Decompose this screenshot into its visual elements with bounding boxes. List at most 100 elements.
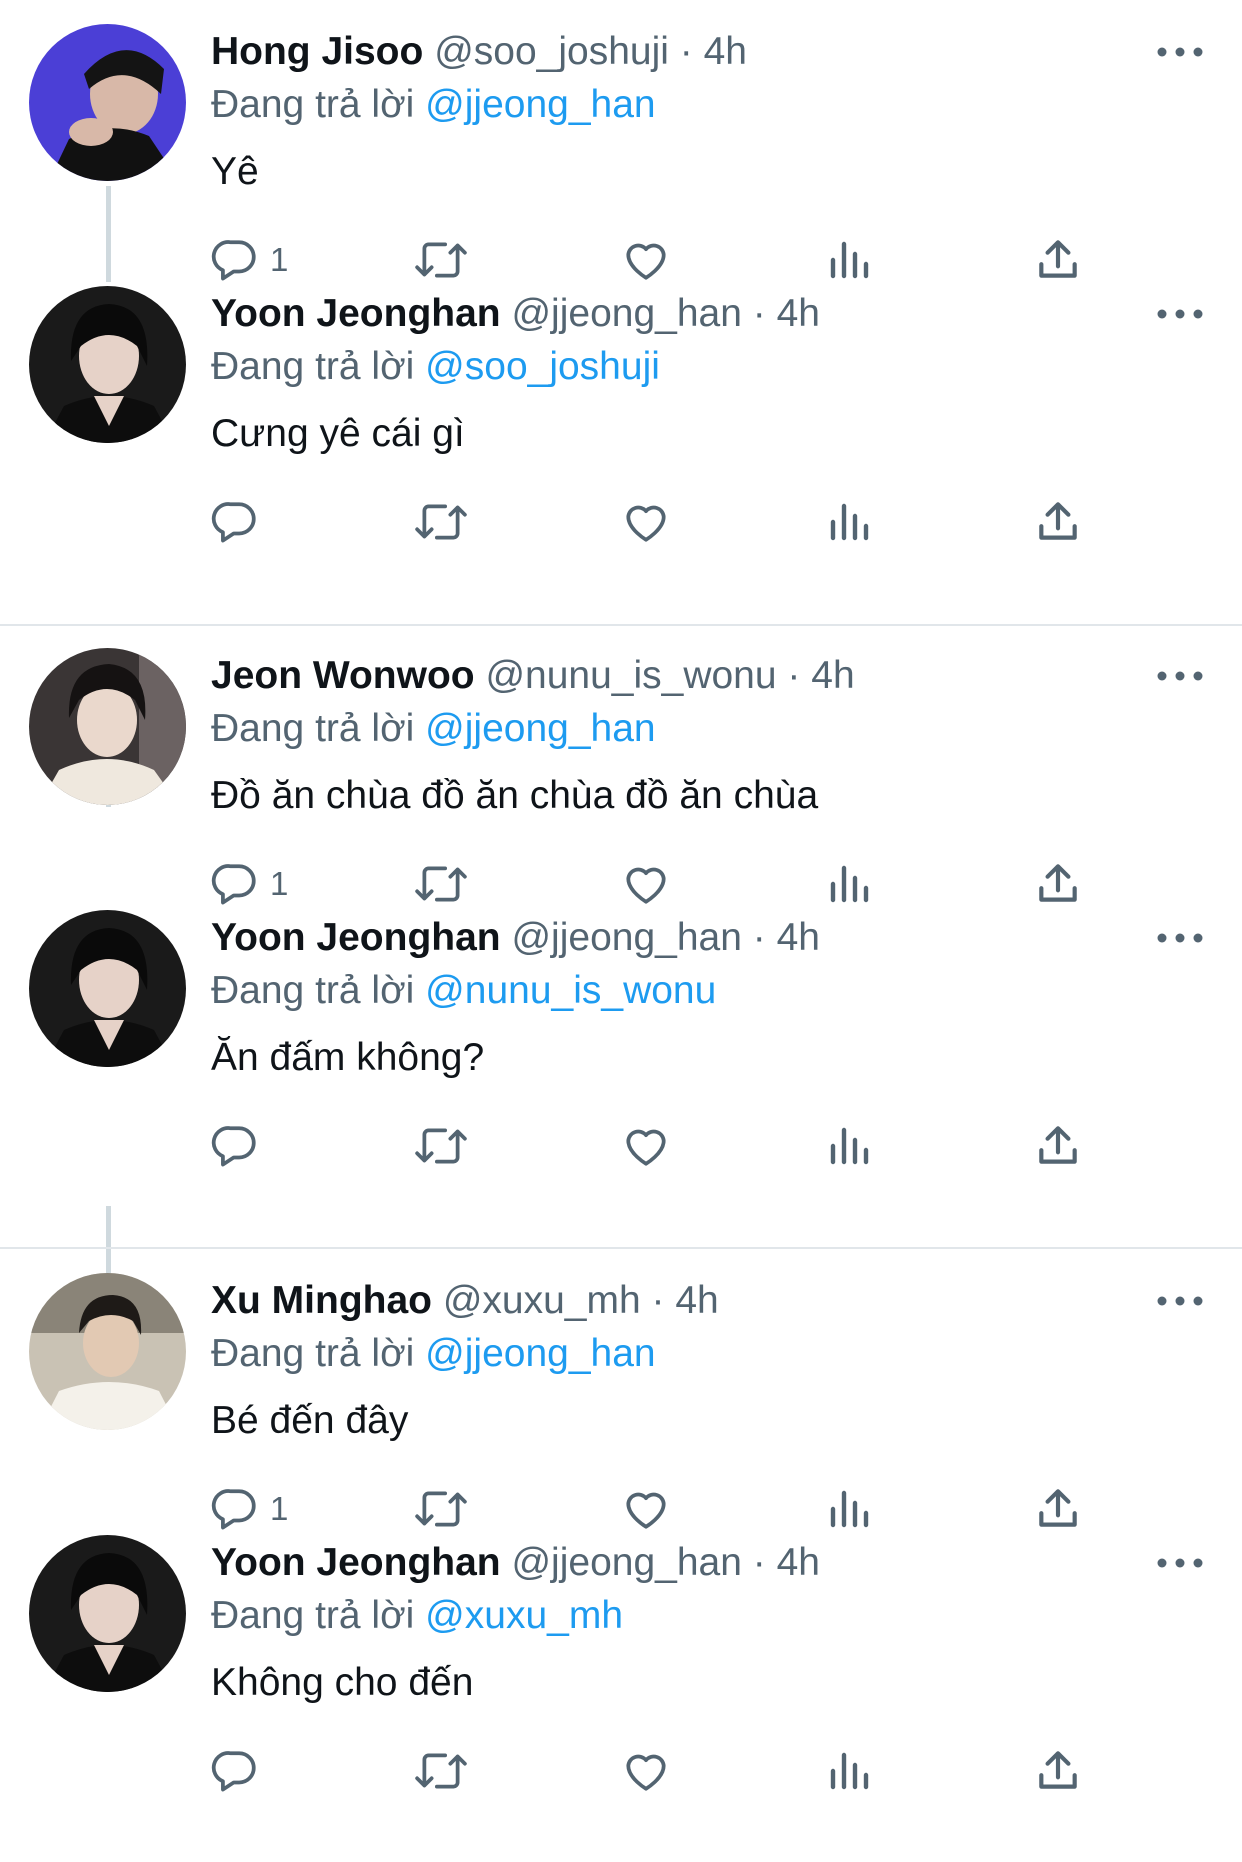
like-button[interactable]: [621, 1118, 671, 1174]
tweet[interactable]: Yoon Jeonghan @jjeong_han · 4h Đang trả …: [0, 262, 1242, 574]
more-dots-icon: [1157, 1558, 1203, 1568]
bar-chart-icon: [830, 1127, 869, 1165]
tweet-text: Không cho đến: [211, 1661, 474, 1704]
mention-link[interactable]: @nunu_is_wonu: [425, 969, 716, 1012]
retweet-button[interactable]: [414, 1118, 468, 1174]
like-button[interactable]: [621, 1743, 671, 1799]
separator-dot: ·: [679, 30, 693, 73]
avatar[interactable]: [29, 910, 186, 1067]
timestamp[interactable]: 4h: [704, 30, 747, 73]
more-dots-icon: [1157, 47, 1203, 57]
retweet-button[interactable]: [414, 494, 468, 550]
mention-link[interactable]: @xuxu_mh: [425, 1594, 623, 1637]
separator-dot: ·: [752, 292, 766, 335]
mention-link[interactable]: @jjeong_han: [425, 83, 655, 126]
reply-timeline: Hong Jisoo @soo_joshuji · 4h Đang trả lờ…: [0, 0, 1242, 1862]
separator-dot: ·: [752, 916, 766, 959]
replying-to-label: Đang trả lời: [211, 969, 415, 1012]
like-button[interactable]: [621, 494, 671, 550]
user-handle[interactable]: @soo_joshuji: [434, 30, 669, 73]
replying-to: Đang trả lời @jjeong_han: [211, 703, 656, 755]
user-handle[interactable]: @jjeong_han: [511, 1541, 741, 1584]
mention-link[interactable]: @soo_joshuji: [425, 345, 660, 388]
avatar[interactable]: [29, 648, 186, 805]
more-dots-icon: [1157, 933, 1203, 943]
replying-to-label: Đang trả lời: [211, 1594, 415, 1637]
share-upload-icon: [1039, 1126, 1077, 1164]
more-options-button[interactable]: [1152, 660, 1208, 692]
replying-to: Đang trả lời @xuxu_mh: [211, 1590, 623, 1642]
tweet-text: Cưng yê cái gì: [211, 412, 465, 455]
bar-chart-icon: [830, 503, 869, 541]
heart-icon: [626, 1754, 666, 1791]
tweet[interactable]: Yoon Jeonghan @jjeong_han · 4h Đang trả …: [0, 1511, 1242, 1823]
share-upload-icon: [1039, 502, 1077, 540]
more-dots-icon: [1157, 1296, 1203, 1306]
action-bar: [0, 1743, 1242, 1799]
avatar-image: [29, 648, 186, 805]
avatar[interactable]: [29, 286, 186, 443]
timestamp[interactable]: 4h: [675, 1279, 718, 1322]
timestamp[interactable]: 4h: [811, 654, 854, 697]
retweet-icon: [415, 1753, 467, 1789]
mention-link[interactable]: @jjeong_han: [425, 707, 655, 750]
reply-button[interactable]: [210, 1743, 270, 1799]
action-bar: [0, 494, 1242, 550]
separator-dot: ·: [752, 1541, 766, 1584]
tweet[interactable]: Yoon Jeonghan @jjeong_han · 4h Đang trả …: [0, 886, 1242, 1198]
timestamp[interactable]: 4h: [777, 1541, 820, 1584]
avatar[interactable]: [29, 24, 186, 181]
user-handle[interactable]: @nunu_is_wonu: [485, 654, 776, 697]
views-button[interactable]: [827, 1118, 871, 1174]
more-options-button[interactable]: [1152, 1547, 1208, 1579]
avatar-image: [29, 24, 186, 181]
bar-chart-icon: [830, 1752, 869, 1790]
avatar-image: [29, 1273, 186, 1430]
more-options-button[interactable]: [1152, 922, 1208, 954]
display-name[interactable]: Yoon Jeonghan: [211, 1541, 501, 1584]
replying-to: Đang trả lời @jjeong_han: [211, 1328, 656, 1380]
more-options-button[interactable]: [1152, 298, 1208, 330]
mention-link[interactable]: @jjeong_han: [425, 1332, 655, 1375]
replying-to-label: Đang trả lời: [211, 1332, 415, 1375]
timestamp[interactable]: 4h: [777, 916, 820, 959]
replying-to: Đang trả lời @soo_joshuji: [211, 341, 660, 393]
speech-bubble-icon: [211, 1751, 256, 1792]
user-handle[interactable]: @jjeong_han: [511, 916, 741, 959]
heart-icon: [626, 505, 666, 542]
more-dots-icon: [1157, 671, 1203, 681]
separator-dot: ·: [651, 1279, 665, 1322]
display-name[interactable]: Jeon Wonwoo: [211, 654, 475, 697]
tweet-header: Hong Jisoo @soo_joshuji · 4h: [211, 26, 747, 78]
display-name[interactable]: Hong Jisoo: [211, 30, 423, 73]
retweet-icon: [415, 504, 467, 540]
share-button[interactable]: [1033, 1743, 1083, 1799]
share-upload-icon: [1039, 1751, 1077, 1789]
views-button[interactable]: [827, 494, 871, 550]
user-handle[interactable]: @xuxu_mh: [443, 1279, 641, 1322]
tweet-header: Yoon Jeonghan @jjeong_han · 4h: [211, 912, 820, 964]
display-name[interactable]: Xu Minghao: [211, 1279, 432, 1322]
replying-to: Đang trả lời @nunu_is_wonu: [211, 965, 716, 1017]
more-options-button[interactable]: [1152, 1285, 1208, 1317]
timestamp[interactable]: 4h: [777, 292, 820, 335]
tweet-text: Đồ ăn chùa đồ ăn chùa đồ ăn chùa: [211, 774, 819, 817]
reply-button[interactable]: [210, 1118, 270, 1174]
display-name[interactable]: Yoon Jeonghan: [211, 292, 501, 335]
views-button[interactable]: [827, 1743, 871, 1799]
avatar[interactable]: [29, 1535, 186, 1692]
replying-to: Đang trả lời @jjeong_han: [211, 79, 656, 131]
tweet-header: Yoon Jeonghan @jjeong_han · 4h: [211, 288, 820, 340]
replying-to-label: Đang trả lời: [211, 345, 415, 388]
user-handle[interactable]: @jjeong_han: [511, 292, 741, 335]
share-button[interactable]: [1033, 494, 1083, 550]
display-name[interactable]: Yoon Jeonghan: [211, 916, 501, 959]
tweet-text: Bé đến đây: [211, 1399, 409, 1442]
retweet-button[interactable]: [414, 1743, 468, 1799]
share-button[interactable]: [1033, 1118, 1083, 1174]
reply-button[interactable]: [210, 494, 270, 550]
tweet-header: Yoon Jeonghan @jjeong_han · 4h: [211, 1537, 820, 1589]
replying-to-label: Đang trả lời: [211, 707, 415, 750]
avatar[interactable]: [29, 1273, 186, 1430]
more-options-button[interactable]: [1152, 36, 1208, 68]
